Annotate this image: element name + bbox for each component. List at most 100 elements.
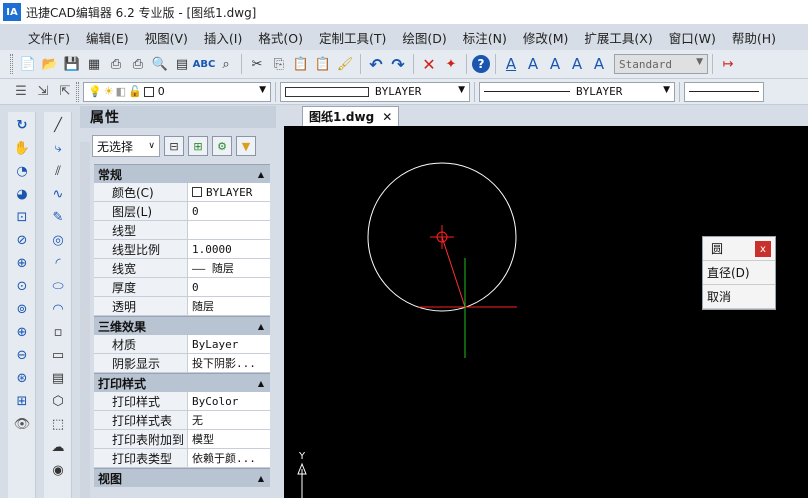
menu-help[interactable]: 帮助(H) bbox=[724, 28, 784, 47]
property-value[interactable]: ByColor bbox=[188, 392, 270, 410]
property-row[interactable]: 打印表类型 依赖于颜... bbox=[94, 449, 270, 468]
linetype-combo[interactable]: BYLAYER ▼ bbox=[479, 81, 675, 102]
donut-icon[interactable]: ◉ bbox=[47, 460, 69, 480]
properties-scrollbar[interactable] bbox=[80, 142, 90, 498]
cut-icon[interactable]: ✂ bbox=[247, 54, 267, 74]
publish-icon[interactable]: ▤ bbox=[172, 54, 192, 74]
drawing-area[interactable]: Y bbox=[284, 126, 808, 498]
ellipse-arc-icon[interactable]: ◠ bbox=[47, 299, 69, 319]
property-value[interactable]: 随层 bbox=[188, 297, 270, 315]
section-header[interactable]: 打印样式 ▲ bbox=[94, 373, 270, 392]
property-value[interactable]: —— 随层 bbox=[188, 259, 270, 277]
zoom-out-icon[interactable]: ⊖ bbox=[11, 345, 33, 365]
property-value[interactable]: 无 bbox=[188, 411, 270, 429]
property-value[interactable]: 投下阴影... bbox=[188, 354, 270, 372]
paste-special-icon[interactable]: 📋 bbox=[313, 54, 333, 74]
property-row[interactable]: 线型 bbox=[94, 221, 270, 240]
paste-icon[interactable]: 📋 bbox=[291, 54, 311, 74]
make-layer-current-icon[interactable]: ⇲ bbox=[33, 82, 53, 102]
print-preview-icon[interactable]: 🔍 bbox=[150, 54, 170, 74]
menu-window[interactable]: 窗口(W) bbox=[661, 28, 724, 47]
open-file-icon[interactable]: 📂 bbox=[40, 54, 60, 74]
undo-icon[interactable]: ↶ bbox=[366, 54, 386, 74]
spell-check-icon[interactable]: ABC bbox=[193, 54, 216, 74]
property-value[interactable]: 依赖于颜... bbox=[188, 449, 270, 467]
property-row[interactable]: 线宽 —— 随层 bbox=[94, 259, 270, 278]
collapse-icon[interactable]: ▲ bbox=[258, 170, 264, 179]
regen-icon[interactable]: ↻ bbox=[11, 115, 33, 135]
erase-select-icon[interactable]: ✦ bbox=[441, 54, 461, 74]
redo-icon[interactable]: ↷ bbox=[388, 54, 408, 74]
hatch-icon[interactable]: ▤ bbox=[47, 368, 69, 388]
property-value[interactable] bbox=[188, 221, 270, 239]
text-style-combo[interactable]: Standard ▼ bbox=[614, 54, 708, 74]
copy-icon[interactable]: ⎘ bbox=[269, 54, 289, 74]
print-icon[interactable]: ⎙ bbox=[106, 54, 126, 74]
toolbar-grip[interactable] bbox=[10, 54, 13, 74]
edit-text-icon[interactable]: A bbox=[567, 54, 587, 74]
single-line-text-icon[interactable]: A bbox=[523, 54, 543, 74]
option-diameter[interactable]: 直径(D) bbox=[703, 261, 775, 285]
zoom-all-icon[interactable]: ⊛ bbox=[11, 368, 33, 388]
menu-draw[interactable]: 绘图(D) bbox=[394, 28, 454, 47]
point-icon[interactable]: ▫ bbox=[47, 322, 69, 342]
section-header[interactable]: 视图 ▲ bbox=[94, 468, 270, 487]
multiline-text-icon[interactable]: A bbox=[545, 54, 565, 74]
polygon-icon[interactable]: ⬡ bbox=[47, 391, 69, 411]
filter-icon[interactable]: ▼ bbox=[236, 136, 256, 156]
region-icon[interactable]: ⬚ bbox=[47, 414, 69, 434]
menu-extend-tools[interactable]: 扩展工具(X) bbox=[576, 28, 660, 47]
drawing-canvas[interactable]: Y bbox=[284, 126, 808, 498]
property-row[interactable]: 线型比例 1.0000 bbox=[94, 240, 270, 259]
toolbar-grip[interactable] bbox=[76, 81, 79, 102]
menu-custom-tools[interactable]: 定制工具(T) bbox=[311, 28, 394, 47]
collapse-icon[interactable]: ▲ bbox=[258, 474, 264, 483]
property-value[interactable]: 0 bbox=[188, 202, 270, 220]
section-header[interactable]: 常规 ▲ bbox=[94, 164, 270, 183]
arc-icon[interactable]: ◜ bbox=[47, 253, 69, 273]
rectangle-icon[interactable]: ▭ bbox=[47, 345, 69, 365]
save-icon[interactable]: 💾 bbox=[62, 54, 82, 74]
delete-icon[interactable]: ✕ bbox=[419, 54, 439, 74]
menu-file[interactable]: 文件(F) bbox=[20, 28, 78, 47]
property-value[interactable]: ByLayer bbox=[188, 335, 270, 353]
property-row[interactable]: 打印样式表无 bbox=[94, 411, 270, 430]
view-eye-icon[interactable]: 👁 bbox=[11, 414, 33, 434]
property-row[interactable]: 打印表附加到 模型 bbox=[94, 430, 270, 449]
find-text-icon[interactable]: A bbox=[589, 54, 609, 74]
property-row[interactable]: 图层(L) 0 bbox=[94, 202, 270, 221]
property-row[interactable]: 颜色(C) BYLAYER bbox=[94, 183, 270, 202]
layer-manager-icon[interactable]: ☰ bbox=[11, 82, 31, 102]
zoom-scale-icon[interactable]: ⊕ bbox=[11, 253, 33, 273]
zoom-in-icon[interactable]: ⊕ bbox=[11, 322, 33, 342]
property-row[interactable]: 材质 ByLayer bbox=[94, 335, 270, 354]
pan-hand-icon[interactable]: ✋ bbox=[11, 138, 33, 158]
polyline-icon[interactable]: ⤷ bbox=[47, 138, 69, 158]
property-row[interactable]: 厚度 0 bbox=[94, 278, 270, 297]
menu-modify[interactable]: 修改(M) bbox=[515, 28, 577, 47]
toggle-pickadd-icon[interactable]: ⊟ bbox=[164, 136, 184, 156]
spline-icon[interactable]: ∿ bbox=[47, 184, 69, 204]
dimension-icon[interactable]: ↦ bbox=[718, 54, 738, 74]
property-row[interactable]: 透明 随层 bbox=[94, 297, 270, 316]
close-icon[interactable]: ✕ bbox=[382, 110, 392, 124]
match-properties-icon[interactable]: 🖌 bbox=[335, 54, 355, 74]
menu-dimension[interactable]: 标注(N) bbox=[455, 28, 515, 47]
select-objects-icon[interactable]: ⊞ bbox=[188, 136, 208, 156]
zoom-object-icon[interactable]: ⊚ bbox=[11, 299, 33, 319]
option-cancel[interactable]: 取消 bbox=[703, 285, 775, 309]
color-combo[interactable]: BYLAYER ▼ bbox=[280, 81, 470, 102]
selection-combo[interactable]: 无选择 ∨ bbox=[92, 135, 160, 157]
new-file-icon[interactable]: 📄 bbox=[18, 54, 38, 74]
save-all-icon[interactable]: ▦ bbox=[84, 54, 104, 74]
zoom-window-icon[interactable]: ⊡ bbox=[11, 207, 33, 227]
freehand-icon[interactable]: ✎ bbox=[47, 207, 69, 227]
property-row[interactable]: 阴影显示 投下阴影... bbox=[94, 354, 270, 373]
zoom-center-icon[interactable]: ⊙ bbox=[11, 276, 33, 296]
help-icon[interactable]: ? bbox=[472, 55, 490, 73]
line-icon[interactable]: ╱ bbox=[47, 115, 69, 135]
zoom-previous-icon[interactable]: ◕ bbox=[11, 184, 33, 204]
section-header[interactable]: 三维效果 ▲ bbox=[94, 316, 270, 335]
circle-icon[interactable]: ◎ bbox=[47, 230, 69, 250]
property-value[interactable]: BYLAYER bbox=[188, 183, 270, 201]
